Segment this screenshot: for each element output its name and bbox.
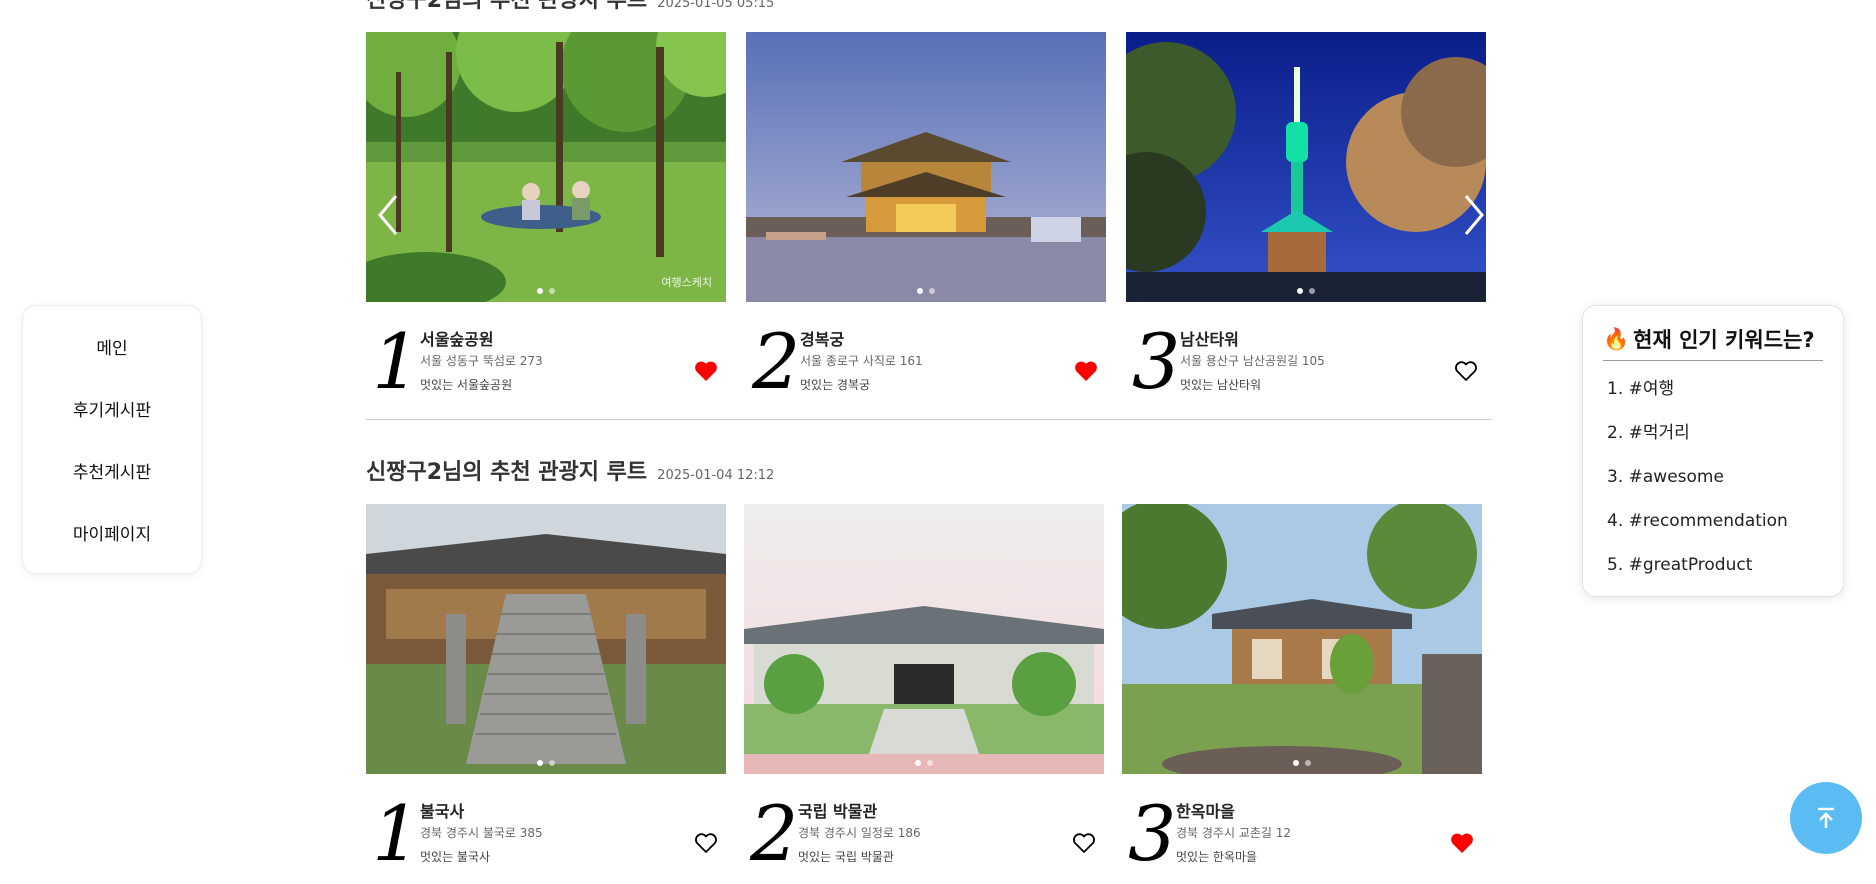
place-photo-hanok-village[interactable] xyxy=(1122,504,1482,774)
place-description: 멋있는 서울숲공원 xyxy=(420,378,513,392)
carousel-dots xyxy=(744,760,1104,766)
keyword-item[interactable]: 2. #먹거리 xyxy=(1607,415,1819,459)
route-title: 신짱구2님의 추천 관광지 루트 xyxy=(366,460,648,485)
place-info: 1 불국사 경북 경주시 불국로 385 멋있는 불국사 xyxy=(366,774,726,884)
heart-filled-icon[interactable] xyxy=(1074,360,1098,382)
fire-icon: 🔥 xyxy=(1603,326,1630,351)
place-description: 멋있는 국립 박물관 xyxy=(798,850,894,864)
keyword-item[interactable]: 4. #recommendation xyxy=(1607,503,1819,547)
place-description: 멋있는 경복궁 xyxy=(800,378,871,392)
keyword-item[interactable]: 3. #awesome xyxy=(1607,459,1819,503)
place-photo-national-museum[interactable] xyxy=(744,504,1104,774)
place-rank: 1 xyxy=(372,317,421,406)
place-photo-gyeongbokgung[interactable] xyxy=(746,32,1106,302)
section-divider xyxy=(366,419,1492,420)
popular-keywords-panel: 🔥 현재 인기 키워드는? 1. #여행 2. #먹거리 3. #awesome… xyxy=(1582,305,1844,597)
place-description: 멋있는 남산타워 xyxy=(1180,378,1262,392)
nav-item-recommend-board[interactable]: 추천게시판 xyxy=(73,458,151,483)
place-name: 경복궁 xyxy=(800,330,845,349)
place-rank: 3 xyxy=(1128,789,1177,878)
place-rank: 2 xyxy=(752,317,801,406)
place-address: 경북 경주시 교촌길 12 xyxy=(1176,826,1292,840)
carousel-dots xyxy=(366,288,726,294)
keywords-title-text: 현재 인기 키워드는? xyxy=(1633,328,1815,352)
carousel-dots xyxy=(1122,760,1482,766)
keyword-item[interactable]: 1. #여행 xyxy=(1607,371,1819,415)
route-header: 신짱구2님의 추천 관광지 루트 2025-01-05 05:15 xyxy=(366,0,774,14)
heart-outline-icon[interactable] xyxy=(1072,832,1096,854)
carousel-dots xyxy=(746,288,1106,294)
place-name: 불국사 xyxy=(420,802,465,821)
place-name: 남산타워 xyxy=(1180,330,1239,349)
place-rank: 3 xyxy=(1132,317,1181,406)
carousel-dots xyxy=(366,760,726,766)
carousel-next-arrow-icon[interactable] xyxy=(1458,190,1488,240)
nav-item-main[interactable]: 메인 xyxy=(96,334,127,359)
place-address: 경북 경주시 일정로 186 xyxy=(798,826,921,840)
place-name: 국립 박물관 xyxy=(798,802,878,821)
place-description: 멋있는 한옥마을 xyxy=(1176,850,1258,864)
route-date: 2025-01-04 12:12 xyxy=(657,468,775,483)
keyword-list: 1. #여행 2. #먹거리 3. #awesome 4. #recommend… xyxy=(1603,371,1823,591)
route-title: 신짱구2님의 추천 관광지 루트 xyxy=(366,0,648,13)
place-rank: 1 xyxy=(372,789,421,878)
heart-filled-icon[interactable] xyxy=(694,360,718,382)
place-info: 2 경복궁 서울 종로구 사직로 161 멋있는 경복궁 xyxy=(746,302,1106,412)
arrow-up-icon xyxy=(1818,807,1834,828)
place-description: 멋있는 불국사 xyxy=(420,850,491,864)
place-address: 서울 성동구 뚝섬로 273 xyxy=(420,354,543,368)
nav-item-review-board[interactable]: 후기게시판 xyxy=(73,396,151,421)
place-photo-bulguksa[interactable] xyxy=(366,504,726,774)
place-info: 1 서울숲공원 서울 성동구 뚝섬로 273 멋있는 서울숲공원 xyxy=(366,302,726,412)
place-address: 서울 용산구 남산공원길 105 xyxy=(1180,354,1325,368)
heart-filled-icon[interactable] xyxy=(1450,832,1474,854)
route-date: 2025-01-05 05:15 xyxy=(657,0,775,11)
place-info: 3 한옥마을 경북 경주시 교촌길 12 멋있는 한옥마을 xyxy=(1122,774,1482,884)
place-info: 3 남산타워 서울 용산구 남산공원길 105 멋있는 남산타워 xyxy=(1126,302,1486,412)
carousel-prev-arrow-icon[interactable] xyxy=(374,190,404,240)
scroll-to-top-button[interactable] xyxy=(1790,782,1862,854)
place-rank: 2 xyxy=(750,789,799,878)
place-address: 서울 종로구 사직로 161 xyxy=(800,354,923,368)
heart-outline-icon[interactable] xyxy=(1454,360,1478,382)
carousel-dots xyxy=(1126,288,1486,294)
nav-item-mypage[interactable]: 마이페이지 xyxy=(73,520,151,545)
place-address: 경북 경주시 불국로 385 xyxy=(420,826,543,840)
heart-outline-icon[interactable] xyxy=(694,832,718,854)
place-photo-namsan-tower[interactable] xyxy=(1126,32,1486,302)
place-name: 한옥마을 xyxy=(1176,802,1235,821)
route-header: 신짱구2님의 추천 관광지 루트 2025-01-04 12:12 xyxy=(366,454,774,486)
side-nav: 메인 후기게시판 추천게시판 마이페이지 xyxy=(22,305,202,574)
keywords-title: 🔥 현재 인기 키워드는? xyxy=(1603,324,1823,361)
place-name: 서울숲공원 xyxy=(420,330,494,349)
place-photo-seoul-forest[interactable]: 여행스케치 xyxy=(366,32,726,302)
keyword-item[interactable]: 5. #greatProduct xyxy=(1607,547,1819,591)
place-info: 2 국립 박물관 경북 경주시 일정로 186 멋있는 국립 박물관 xyxy=(744,774,1104,884)
